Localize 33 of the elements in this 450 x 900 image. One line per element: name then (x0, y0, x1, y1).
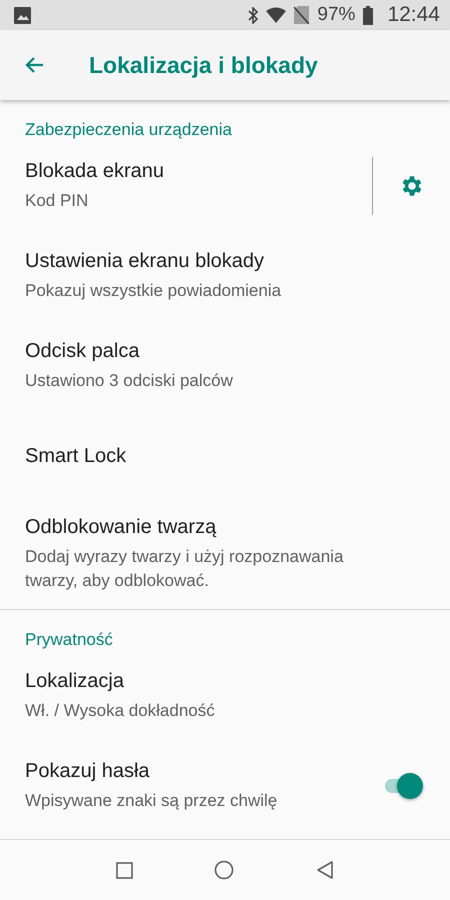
battery-icon (363, 6, 374, 24)
section-header: Prywatność (25, 630, 113, 650)
item-summary: Wł. / Wysoka dokładność (25, 700, 216, 722)
square-icon (116, 862, 133, 878)
settings-item[interactable]: Pokazuj hasła Wpisywane znaki są przez chwilę (0, 742, 450, 832)
triangle-icon (316, 860, 334, 880)
clock-time: 12:44 (387, 3, 440, 27)
settings-item[interactable]: Blokada ekranu Kod PIN (0, 142, 450, 232)
no-sim-icon (294, 6, 310, 24)
battery-percent: 97% (317, 4, 356, 26)
item-summary: Ustawiono 3 odciski palców (25, 370, 234, 392)
item-title: Pokazuj hasła (25, 760, 151, 782)
item-title: Blokada ekranu (25, 160, 165, 182)
item-summary: Pokazuj wszystkie powiadomienia (25, 280, 282, 302)
settings-item[interactable]: Smart Lock (0, 412, 450, 502)
item-title: Odblokowanie twarzą (25, 516, 218, 539)
circle-icon (214, 860, 234, 880)
settings-item[interactable]: Ustawienia ekranu blokady Pokazuj wszystkie powiadomienia (0, 232, 450, 322)
settings-item[interactable]: Lokalizacja Wł. / Wysoka dokładność (0, 652, 450, 742)
settings-item[interactable]: Odcisk palca Ustawiono 3 odciski palców (0, 322, 450, 412)
item-title: Ustawienia ekranu blokady (25, 250, 266, 272)
item-title: Odcisk palca (25, 340, 140, 362)
section-header: Zabezpieczenia urządzenia (25, 120, 232, 140)
item-summary: Kod PIN (25, 190, 90, 212)
wifi-icon (266, 7, 286, 23)
bluetooth-icon (248, 6, 258, 24)
item-title: Smart Lock (25, 444, 128, 468)
item-title: Lokalizacja (25, 670, 125, 692)
image-notification-icon (14, 6, 31, 24)
screen-title: Lokalizacja i blokady (89, 52, 318, 78)
item-summary: Dodaj wyrazy twarzy i użyj rozpoznawania twarzy, aby odblokować. (25, 546, 344, 592)
settings-item[interactable]: Odblokowanie twarzą Dodaj wyrazy twarzy i użyj rozpoznawania twarzy, aby odblokować. (0, 502, 450, 609)
item-summary: Wpisywane znaki są przez chwilę (25, 790, 278, 812)
